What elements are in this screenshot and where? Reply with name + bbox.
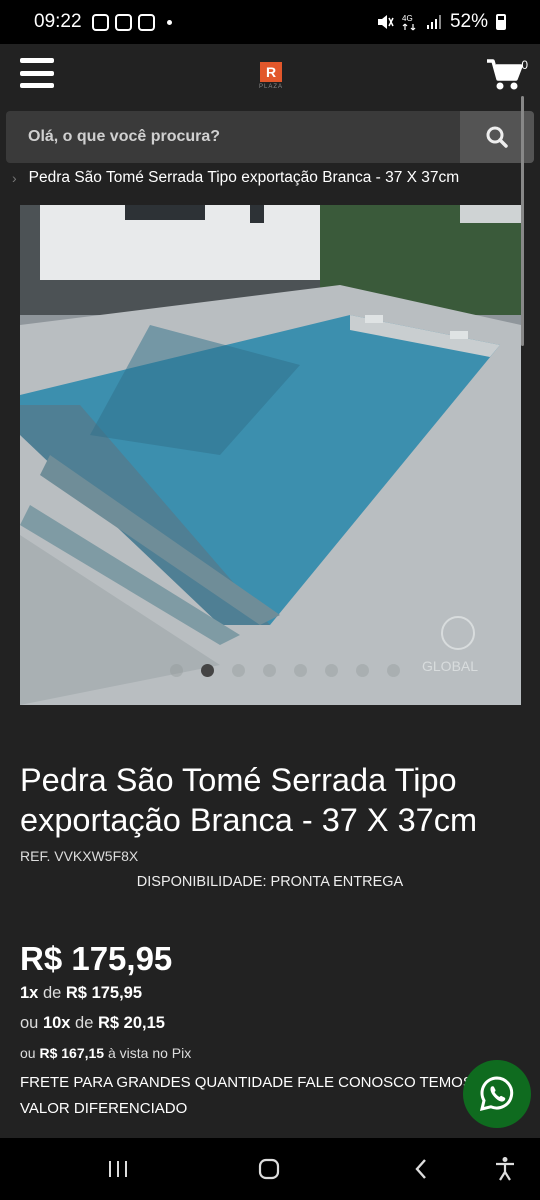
whatsapp-button[interactable] [463,1060,531,1128]
carousel-dots [170,664,400,677]
svg-text:4G: 4G [402,14,413,23]
menu-icon[interactable] [20,58,54,88]
product-ref: REF. VVKXW5F8X [20,848,139,864]
carousel-dot[interactable] [325,664,338,677]
battery-percent: 52% [449,11,488,32]
product-title: Pedra São Tomé Serrada Tipo exportação B… [20,762,478,838]
back-button[interactable] [410,1154,432,1184]
carousel-dot[interactable] [294,664,307,677]
page-scrollbar[interactable] [521,96,524,346]
breadcrumb-current[interactable]: Pedra São Tomé Serrada Tipo exportação B… [29,169,460,187]
pix-price: ou R$ 167,15 à vista no Pix [20,1045,192,1061]
instagram-notification-icon-2 [137,13,155,31]
logo-mark: R [260,62,282,82]
home-icon [258,1158,280,1180]
notification-icons [91,13,172,31]
instagram-notification-icon [114,13,132,31]
search-bar [6,111,534,163]
status-time: 09:22 [34,11,82,32]
cart-icon [487,59,523,90]
system-status: 4G 52% [376,11,506,33]
carousel-dot[interactable] [232,664,245,677]
chevron-right-icon: › [12,170,17,186]
product-image-gallery[interactable]: GLOBAL [20,205,521,705]
logo-text: PLAZA [258,84,283,90]
carousel-dot[interactable] [356,664,369,677]
carousel-dot[interactable] [263,664,276,677]
recent-apps-icon [109,1161,127,1177]
more-notifications-icon [166,19,172,25]
search-input[interactable] [6,111,460,163]
watermark-text: GLOBAL [422,658,478,674]
status-bar: 09:22 4G 52% [0,0,540,44]
breadcrumb: › Pedra São Tomé Serrada Tipo exportação… [12,168,532,188]
carousel-dot[interactable] [387,664,400,677]
cart-count-badge: 0 [521,58,528,72]
gallery-notification-icon [91,13,109,31]
android-navigation-bar [0,1138,540,1200]
mute-icon [377,15,394,29]
carousel-dot-active[interactable] [201,664,214,677]
installment-single: 1x de R$ 175,95 [20,984,143,1002]
battery-icon [496,14,506,30]
carousel-dot[interactable] [170,664,183,677]
site-header: R PLAZA 0 [0,44,540,108]
back-icon [415,1159,426,1179]
accessibility-button[interactable] [492,1154,518,1184]
home-button[interactable] [256,1154,282,1184]
shipping-notice: FRETE PARA GRANDES QUANTIDADE FALE CONOS… [20,1074,473,1117]
4g-icon: 4G [402,14,416,31]
site-logo[interactable]: R PLAZA [256,62,286,94]
installment-ten: ou 10x de R$ 20,15 [20,1014,165,1032]
signal-icon [426,15,441,29]
accessibility-icon [496,1157,514,1181]
product-price: R$ 175,95 [20,940,173,977]
product-image: GLOBAL [20,205,521,705]
recent-apps-button[interactable] [106,1154,130,1184]
cart-button[interactable]: 0 [486,58,528,94]
whatsapp-icon [479,1076,514,1112]
search-icon [486,126,508,148]
availability-status: DISPONIBILIDADE: PRONTA ENTREGA [136,874,404,890]
